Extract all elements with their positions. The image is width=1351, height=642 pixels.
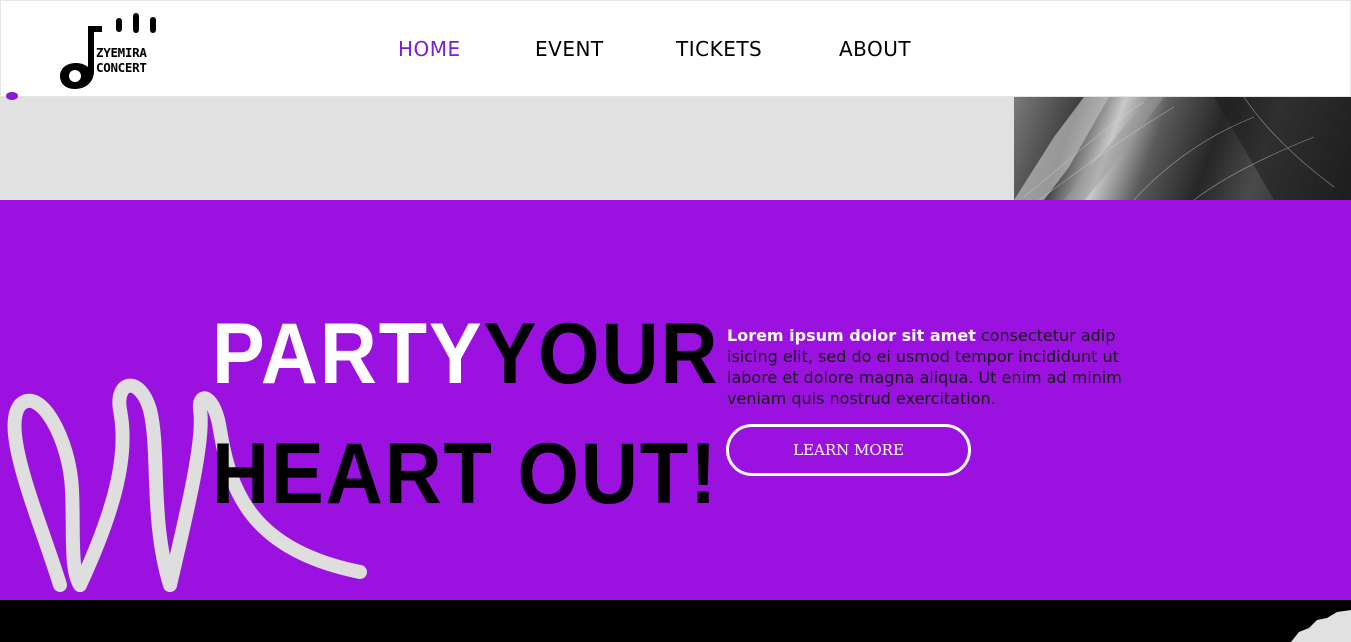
learn-more-button[interactable]: LEARN MORE: [726, 424, 971, 476]
torn-paper-decoration: [1291, 610, 1351, 642]
logo-line-2: CONCERT: [96, 60, 147, 75]
logo[interactable]: ZYEMIRA CONCERT: [58, 11, 168, 91]
nav-event[interactable]: EVENT: [535, 37, 604, 61]
hero-section: PARTYYOUR HEART OUT! Lorem ipsum dolor s…: [0, 200, 1351, 600]
logo-text: ZYEMIRA CONCERT: [96, 45, 147, 75]
hero-headline: PARTYYOUR HEART OUT!: [212, 294, 719, 534]
logo-line-1: ZYEMIRA: [96, 45, 147, 60]
nav-home[interactable]: HOME: [398, 37, 461, 61]
hero-description: Lorem ipsum dolor sit amet consectetur a…: [727, 325, 1127, 409]
headline-word-party: PARTY: [212, 306, 484, 402]
headline-word-your: YOUR: [483, 306, 720, 402]
hero-description-lead: Lorem ipsum dolor sit amet: [727, 326, 976, 345]
nav-about[interactable]: ABOUT: [839, 37, 911, 61]
nav-tickets[interactable]: TICKETS: [676, 37, 762, 61]
decorative-dot: [6, 92, 18, 100]
headline-line-2: HEART OUT!: [212, 426, 719, 522]
hero-photo: [1014, 97, 1351, 200]
footer-strip: [0, 600, 1351, 642]
site-header: ZYEMIRA CONCERT HOME EVENT TICKETS ABOUT: [0, 0, 1351, 97]
